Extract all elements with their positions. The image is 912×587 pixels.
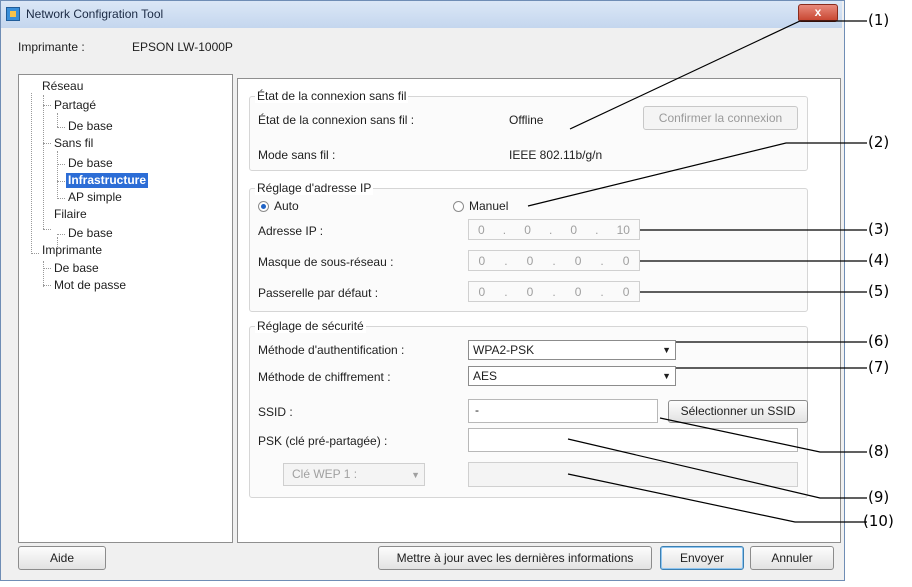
callout-lines bbox=[527, 20, 867, 523]
callout-2: (2) bbox=[868, 133, 890, 151]
callout-7: (7) bbox=[868, 358, 890, 376]
callout-5: (5) bbox=[868, 282, 890, 300]
callout-10: (10) bbox=[863, 512, 894, 530]
callout-line-1 bbox=[569, 20, 867, 130]
callout-3: (3) bbox=[868, 220, 890, 238]
callout-6: (6) bbox=[868, 332, 890, 350]
callout-9: (9) bbox=[868, 488, 890, 506]
callout-line-8 bbox=[659, 417, 867, 453]
callout-line-2 bbox=[527, 142, 867, 207]
callout-line-9 bbox=[567, 438, 867, 499]
callout-8: (8) bbox=[868, 442, 890, 460]
callout-4: (4) bbox=[868, 251, 890, 269]
callout-1: (1) bbox=[868, 11, 890, 29]
